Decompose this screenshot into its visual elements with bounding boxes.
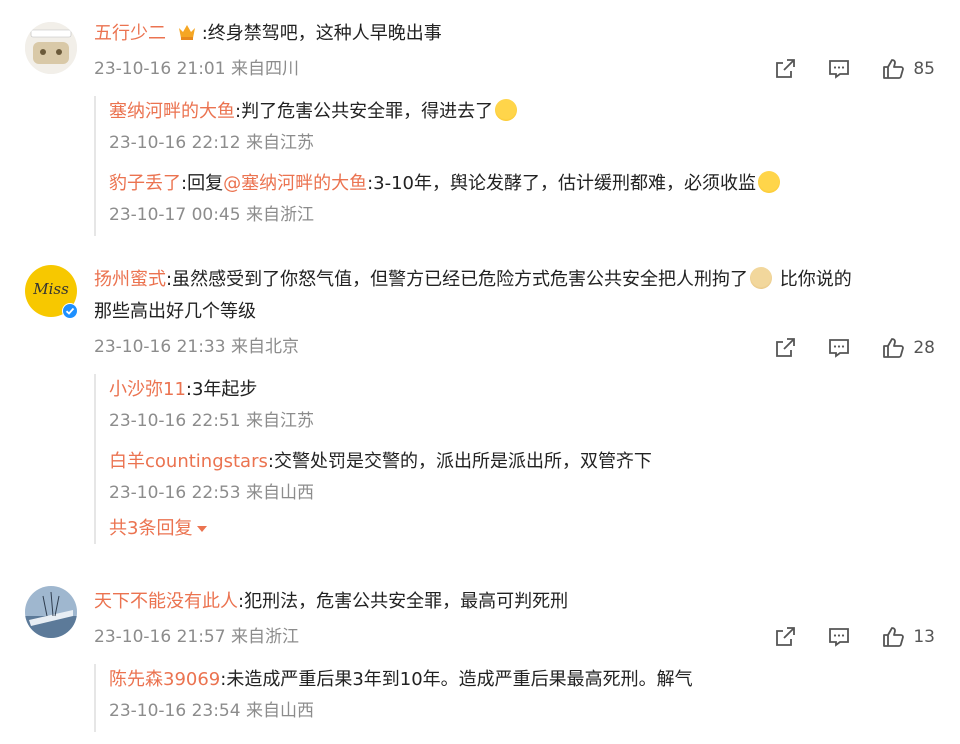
reply-meta: 23-10-16 22:53 来自山西	[109, 483, 314, 503]
verified-badge-icon	[62, 303, 78, 319]
reply-meta: 23-10-16 22:51 来自江苏	[109, 411, 314, 431]
vip-badge-icon	[176, 21, 198, 41]
reply-line: 陈先森39069:未造成严重后果3年到10年。造成严重后果最高死刑。解气	[109, 664, 935, 696]
reply-username[interactable]: 陈先森39069	[109, 669, 220, 690]
reply-meta: 23-10-16 23:54 来自山西	[109, 701, 314, 721]
caret-down-icon	[197, 526, 208, 532]
reply-text: :交警处罚是交警的，派出所是派出所，双管齐下	[267, 451, 652, 472]
comment-text: :虽然感受到了你怒气值，但警方已经已危险方式危害公共安全把人刑拘了	[166, 269, 749, 290]
reply-username[interactable]: 塞纳河畔的大鱼	[109, 101, 235, 122]
like-button[interactable]: 85	[881, 57, 935, 81]
reply-item: 白羊countingstars:交警处罚是交警的，派出所是派出所，双管齐下 23…	[109, 446, 935, 508]
comment-line: 天下不能没有此人:犯刑法，危害公共安全罪，最高可判死刑	[94, 586, 935, 618]
reply-prefix: :回复	[181, 173, 224, 194]
share-icon	[776, 59, 796, 78]
avatar[interactable]	[25, 22, 77, 74]
reply-item: 豹子丢了:回复@塞纳河畔的大鱼:3-10年，舆论发酵了，估计缓刑都难，必须收监 …	[109, 168, 935, 230]
comment-icon	[829, 628, 850, 647]
reply-block: 塞纳河畔的大鱼:判了危害公共安全罪，得进去了 23-10-16 22:12 来自…	[94, 96, 935, 236]
reply-block: 小沙弥11:3年起步 23-10-16 22:51 来自江苏 白羊countin…	[94, 374, 935, 544]
reply-text: :3年起步	[185, 379, 258, 400]
reply-meta: 23-10-17 00:45 来自浙江	[109, 205, 314, 225]
comment-button[interactable]	[827, 625, 851, 649]
avatar-text: Miss	[33, 280, 69, 298]
more-replies-link[interactable]: 共3条回复	[109, 514, 208, 544]
like-count: 85	[913, 59, 935, 79]
reply-username[interactable]: 白羊countingstars	[109, 451, 268, 472]
reply-line: 小沙弥11:3年起步	[109, 374, 935, 406]
comment-button[interactable]	[827, 336, 851, 360]
reply-block: 陈先森39069:未造成严重后果3年到10年。造成严重后果最高死刑。解气 23-…	[94, 664, 935, 732]
reply-username[interactable]: 豹子丢了	[109, 173, 181, 194]
username[interactable]: 天下不能没有此人	[94, 591, 238, 612]
avatar-image	[25, 586, 77, 638]
share-icon	[776, 338, 796, 357]
comment-icon	[829, 60, 850, 79]
reply-item: 陈先森39069:未造成严重后果3年到10年。造成严重后果最高死刑。解气 23-…	[109, 664, 935, 726]
comment-icon	[829, 339, 850, 358]
like-icon	[883, 59, 905, 79]
share-button[interactable]	[773, 336, 797, 360]
comment-line-2: 那些高出好几个等级	[94, 301, 256, 322]
reply-text: :未造成严重后果3年到10年。造成严重后果最高死刑。解气	[220, 669, 693, 690]
username[interactable]: 扬州蜜式	[94, 269, 166, 290]
reply-line: 白羊countingstars:交警处罚是交警的，派出所是派出所，双管齐下	[109, 446, 935, 478]
reply-text: :3-10年，舆论发酵了，估计缓刑都难，必须收监	[367, 173, 756, 194]
share-button[interactable]	[773, 625, 797, 649]
reply-item: 塞纳河畔的大鱼:判了危害公共安全罪，得进去了 23-10-16 22:12 来自…	[109, 96, 935, 158]
reply-line: 塞纳河畔的大鱼:判了危害公共安全罪，得进去了	[109, 96, 935, 128]
mention-link[interactable]: @塞纳河畔的大鱼	[223, 173, 367, 194]
comment-line: 五行少二 :终身禁驾吧，这种人早晚出事	[94, 18, 935, 50]
reply-text: :判了危害公共安全罪，得进去了	[235, 101, 494, 122]
like-count: 13	[913, 627, 935, 647]
comment-text: :犯刑法，危害公共安全罪，最高可判死刑	[238, 591, 569, 612]
reply-username[interactable]: 小沙弥11	[109, 379, 186, 400]
doge-emoji-icon	[750, 267, 773, 289]
share-button[interactable]	[773, 57, 797, 81]
comment-button[interactable]	[827, 57, 851, 81]
comment-actions: 28	[743, 333, 935, 363]
comment-line: 扬州蜜式:虽然感受到了你怒气值，但警方已经已危险方式危害公共安全把人刑拘了 比你…	[94, 264, 935, 296]
grin-emoji-icon	[758, 171, 780, 193]
like-button[interactable]: 28	[881, 336, 935, 360]
avatar[interactable]	[25, 586, 77, 638]
like-icon	[883, 627, 905, 647]
share-icon	[776, 627, 796, 646]
comment-text: :终身禁驾吧，这种人早晚出事	[201, 23, 442, 44]
more-replies-row: 共3条回复	[109, 514, 935, 544]
crying-emoji-icon	[495, 99, 518, 121]
reply-line: 豹子丢了:回复@塞纳河畔的大鱼:3-10年，舆论发酵了，估计缓刑都难，必须收监	[109, 168, 935, 200]
comment-actions: 13	[743, 622, 935, 652]
more-replies-label: 共3条回复	[109, 518, 193, 539]
avatar-image	[25, 22, 77, 74]
username[interactable]: 五行少二	[94, 23, 166, 44]
comment-text-cont: 比你说的	[774, 269, 852, 290]
reply-item: 小沙弥11:3年起步 23-10-16 22:51 来自江苏	[109, 374, 935, 436]
like-count: 28	[913, 338, 935, 358]
comment-actions: 85	[743, 54, 935, 84]
reply-meta: 23-10-16 22:12 来自江苏	[109, 133, 314, 153]
like-button[interactable]: 13	[881, 625, 935, 649]
like-icon	[883, 338, 905, 358]
